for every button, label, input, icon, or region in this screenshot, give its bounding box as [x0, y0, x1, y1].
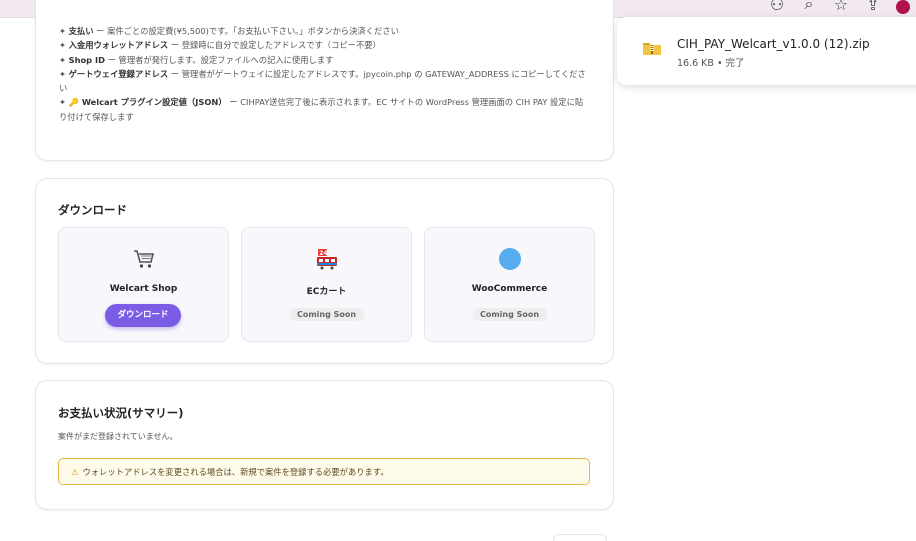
instruction-text: ー 案件ごとの設定費(¥5,500)です。「お支払い下さい。」ボタンから決済くだ…: [93, 26, 399, 36]
woocommerce-icon: [425, 248, 594, 270]
download-section-title: ダウンロード: [58, 203, 127, 217]
instruction-label: Shop ID: [68, 54, 105, 65]
instruction-text: ー 管理者が発行します。設定ファイルへの記入に使用します: [104, 54, 334, 65]
ec-cart-icon: 24: [242, 248, 411, 270]
instruction-row: ✦ 入金用ウォレットアドレス ー 登録時に自分で設定したアドレスです（コピー不要…: [59, 40, 381, 51]
search-icon[interactable]: ⌕: [800, 0, 818, 14]
instruction-label: 🔑 Welcart プラグイン設定値（JSON）: [68, 97, 227, 108]
coming-soon-badge: Coming Soon: [471, 308, 548, 321]
svg-text:24: 24: [319, 250, 327, 257]
warning-icon: ⚠: [71, 467, 79, 477]
instruction-row: ✦ 支払い ー 案件ごとの設定費(¥5,500)です。「お支払い下さい。」ボタン…: [59, 26, 399, 36]
tile-name: WooCommerce: [471, 284, 548, 294]
bookmark-star-icon[interactable]: ☆: [832, 0, 850, 14]
browser-download-panel[interactable]: CIH_PAY_Welcart_v1.0.0 (12).zip 16.6 KB …: [617, 17, 916, 85]
next-section-edge: [553, 534, 607, 541]
download-grid: Welcart Shop ダウンロード 24 ECカート Coming Soon: [58, 227, 595, 342]
zip-folder-icon: [642, 40, 662, 60]
download-tile-woocommerce: WooCommerce Coming Soon: [424, 227, 595, 342]
extension-icon[interactable]: ⚇: [768, 0, 786, 14]
download-card: ダウンロード Welcart Shop ダウンロード 24 ECカート Comi…: [35, 178, 614, 364]
share-icon[interactable]: ⇪: [864, 0, 882, 14]
download-meta: 16.6 KB • 完了: [677, 58, 745, 69]
instruction-label: 支払い: [68, 26, 94, 36]
coming-soon-badge: Coming Soon: [288, 308, 365, 321]
instructions-card: ✦ 支払い ー 案件ごとの設定費(¥5,500)です。「お支払い下さい。」ボタン…: [35, 0, 614, 161]
instruction-label: 入金用ウォレットアドレス: [68, 40, 169, 51]
instruction-label: ゲートウェイ登録アドレス: [68, 68, 169, 79]
download-tile-welcart: Welcart Shop ダウンロード: [58, 227, 229, 342]
profile-avatar[interactable]: [896, 0, 910, 14]
warning-text: ウォレットアドレスを変更される場合は、新規で案件を登録する必要があります。: [82, 467, 389, 477]
payment-status-title: お支払い状況(サマリー): [58, 406, 184, 420]
instruction-text: ー 登録時に自分で設定したアドレスです（コピー不要）: [168, 40, 381, 51]
download-button[interactable]: ダウンロード: [105, 304, 181, 327]
browser-toolbar-icons: ⚇ ⌕ ☆ ⇪: [768, 0, 916, 14]
instruction-row: ✦ ゲートウェイ登録アドレス ー 管理者がゲートウェイに設定したアドレスです。j…: [59, 68, 586, 94]
shopping-cart-icon: [59, 248, 228, 270]
tile-name: ECカート: [306, 287, 347, 297]
download-tile-ec-cart: 24 ECカート Coming Soon: [241, 227, 412, 342]
payment-status-empty-text: 案件がまだ登録されていません。: [58, 432, 178, 441]
tile-name: Welcart Shop: [109, 284, 178, 294]
instruction-row: ✦ Shop ID ー 管理者が発行します。設定ファイルへの記入に使用します: [59, 54, 334, 65]
wallet-warning-box: ⚠ ウォレットアドレスを変更される場合は、新規で案件を登録する必要があります。: [58, 458, 590, 485]
instructions-list: ✦ 支払い ー 案件ごとの設定費(¥5,500)です。「お支払い下さい。」ボタン…: [59, 24, 591, 124]
instruction-row: ✦ 🔑 Welcart プラグイン設定値（JSON） ー CIHPAY送信完了後…: [59, 97, 584, 122]
downloaded-file-name[interactable]: CIH_PAY_Welcart_v1.0.0 (12).zip: [677, 37, 870, 51]
payment-status-card: お支払い状況(サマリー) 案件がまだ登録されていません。 ⚠ ウォレットアドレスを…: [35, 380, 614, 510]
